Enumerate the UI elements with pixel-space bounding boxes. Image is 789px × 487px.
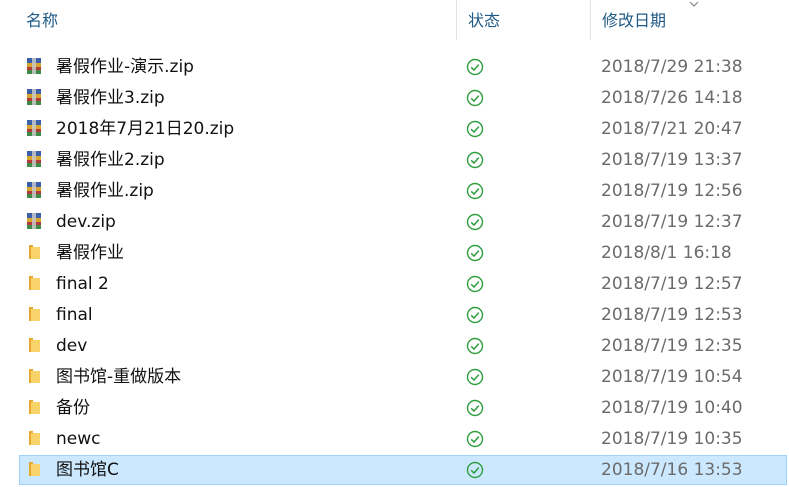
file-modified-date: 2018/7/19 13:37 — [601, 150, 743, 170]
zip-archive-icon — [26, 181, 42, 199]
file-modified-date: 2018/7/16 13:53 — [601, 460, 743, 480]
file-row[interactable]: 暑假作业.zip 2018/7/19 12:56 — [0, 176, 789, 207]
file-name: 图书馆C — [56, 460, 119, 480]
synced-check-icon — [466, 58, 484, 76]
file-name: 备份 — [56, 398, 90, 418]
column-header: 名称 状态 修改日期 — [0, 0, 789, 40]
synced-check-icon — [466, 430, 484, 448]
file-name: dev — [56, 336, 88, 356]
synced-check-icon — [466, 461, 484, 479]
file-modified-date: 2018/7/21 20:47 — [601, 119, 743, 139]
file-modified-date: 2018/7/29 21:38 — [601, 57, 743, 77]
file-name: 2018年7月21日20.zip — [56, 119, 235, 139]
file-name: final — [56, 305, 93, 325]
folder-icon — [26, 336, 42, 354]
file-row[interactable]: final 2018/7/19 12:53 — [0, 300, 789, 331]
folder-icon — [26, 429, 42, 447]
folder-icon — [26, 243, 42, 261]
synced-check-icon — [466, 89, 484, 107]
file-row[interactable]: 备份 2018/7/19 10:40 — [0, 393, 789, 424]
file-row[interactable]: 图书馆-重做版本 2018/7/19 10:54 — [0, 362, 789, 393]
file-row[interactable]: 2018年7月21日20.zip 2018/7/21 20:47 — [0, 114, 789, 145]
zip-archive-icon — [26, 57, 42, 75]
folder-icon — [26, 274, 42, 292]
file-modified-date: 2018/7/19 12:35 — [601, 336, 743, 356]
file-modified-date: 2018/7/19 12:53 — [601, 305, 743, 325]
file-modified-date: 2018/7/19 12:56 — [601, 181, 743, 201]
folder-icon — [26, 460, 42, 478]
file-name: 暑假作业2.zip — [56, 150, 165, 170]
file-name: 图书馆-重做版本 — [56, 367, 182, 387]
file-name: 暑假作业-演示.zip — [56, 57, 194, 77]
file-name: dev.zip — [56, 212, 116, 232]
file-row[interactable]: 图书馆C 2018/7/16 13:53 — [0, 455, 789, 486]
synced-check-icon — [466, 151, 484, 169]
file-row[interactable]: dev 2018/7/19 12:35 — [0, 331, 789, 362]
file-name: newc — [56, 429, 101, 449]
synced-check-icon — [466, 306, 484, 324]
column-header-status[interactable]: 状态 — [468, 0, 500, 40]
file-list: 暑假作业-演示.zip 2018/7/29 21:38 暑假作业3.zip 20… — [0, 52, 789, 486]
file-modified-date: 2018/7/19 12:37 — [601, 212, 743, 232]
file-modified-date: 2018/7/26 14:18 — [601, 88, 743, 108]
synced-check-icon — [466, 120, 484, 138]
file-row[interactable]: 暑假作业2.zip 2018/7/19 13:37 — [0, 145, 789, 176]
sort-descending-icon — [689, 1, 699, 7]
synced-check-icon — [466, 275, 484, 293]
zip-archive-icon — [26, 212, 42, 230]
folder-icon — [26, 398, 42, 416]
column-header-name[interactable]: 名称 — [26, 0, 58, 40]
file-name: final 2 — [56, 274, 109, 294]
synced-check-icon — [466, 399, 484, 417]
file-name: 暑假作业.zip — [56, 181, 154, 201]
synced-check-icon — [466, 213, 484, 231]
file-name: 暑假作业3.zip — [56, 88, 165, 108]
file-name: 暑假作业 — [56, 243, 124, 263]
zip-archive-icon — [26, 119, 42, 137]
column-header-modified[interactable]: 修改日期 — [602, 0, 666, 40]
file-row[interactable]: 暑假作业3.zip 2018/7/26 14:18 — [0, 83, 789, 114]
file-row[interactable]: newc 2018/7/19 10:35 — [0, 424, 789, 455]
file-modified-date: 2018/7/19 10:54 — [601, 367, 743, 387]
zip-archive-icon — [26, 88, 42, 106]
file-modified-date: 2018/7/19 10:40 — [601, 398, 743, 418]
file-modified-date: 2018/8/1 16:18 — [601, 243, 732, 263]
folder-icon — [26, 367, 42, 385]
file-row[interactable]: 暑假作业 2018/8/1 16:18 — [0, 238, 789, 269]
column-divider[interactable] — [456, 0, 457, 40]
synced-check-icon — [466, 337, 484, 355]
column-divider[interactable] — [590, 0, 591, 40]
synced-check-icon — [466, 182, 484, 200]
zip-archive-icon — [26, 150, 42, 168]
file-row[interactable]: 暑假作业-演示.zip 2018/7/29 21:38 — [0, 52, 789, 83]
folder-icon — [26, 305, 42, 323]
synced-check-icon — [466, 244, 484, 262]
synced-check-icon — [466, 368, 484, 386]
file-modified-date: 2018/7/19 10:35 — [601, 429, 743, 449]
file-row[interactable]: dev.zip 2018/7/19 12:37 — [0, 207, 789, 238]
file-modified-date: 2018/7/19 12:57 — [601, 274, 743, 294]
file-row[interactable]: final 2 2018/7/19 12:57 — [0, 269, 789, 300]
